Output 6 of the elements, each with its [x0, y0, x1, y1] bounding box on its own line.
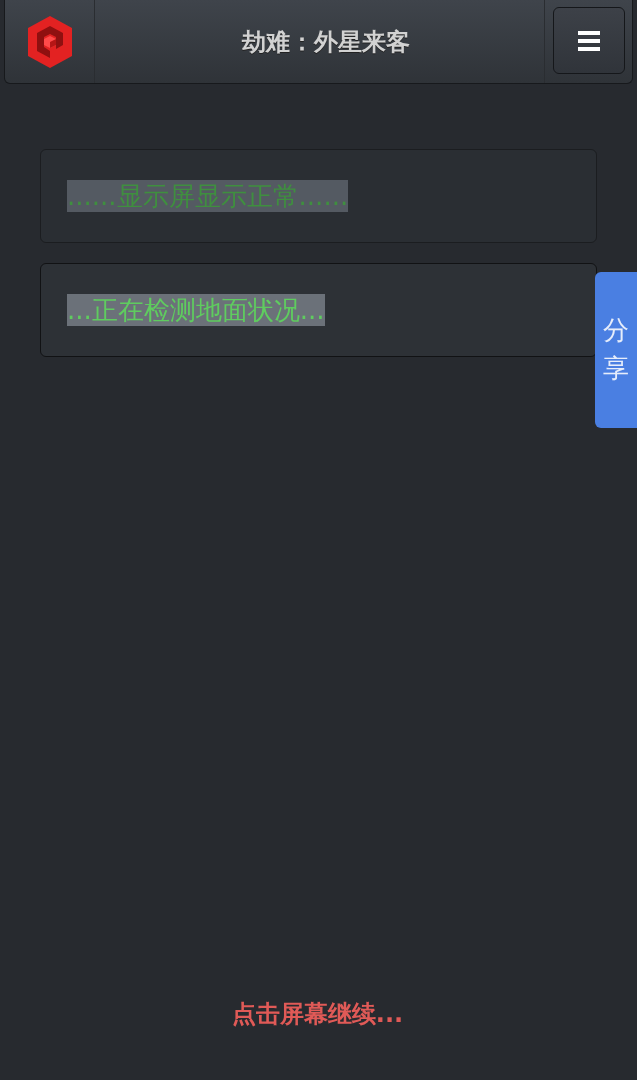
menu-icon [577, 30, 600, 51]
status-message: ...正在检测地面状况... [67, 294, 325, 326]
menu-button[interactable] [552, 7, 625, 74]
share-tab[interactable]: 分享 [595, 272, 637, 428]
continue-prompt: 点击屏幕继续... [231, 999, 405, 1030]
page-title: 劫难：外星来客 [240, 26, 411, 58]
